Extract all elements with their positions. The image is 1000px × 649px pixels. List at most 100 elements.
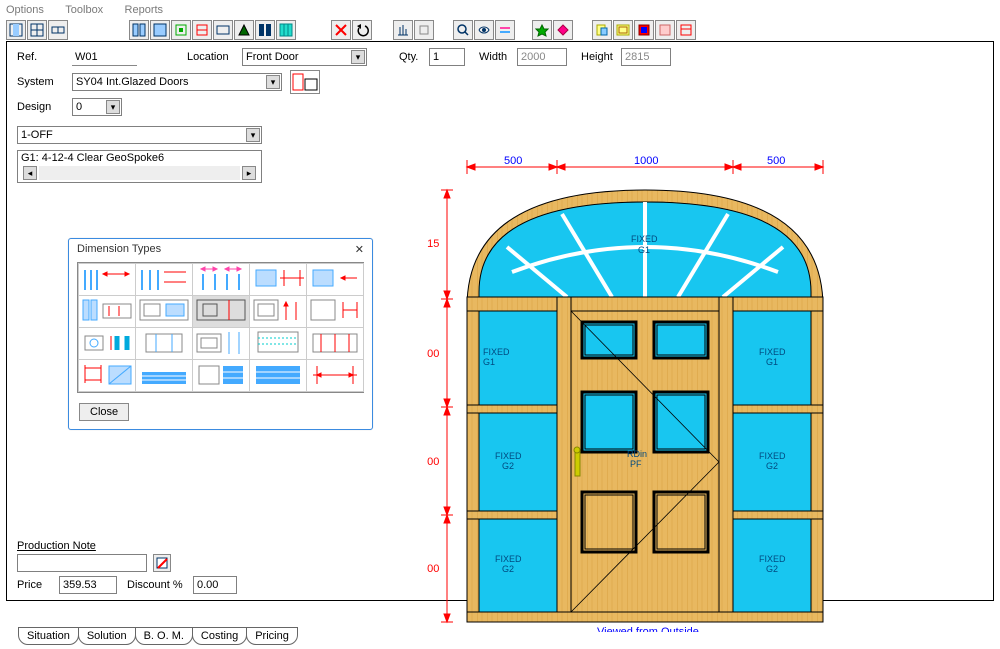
toolbar-btn-21[interactable] [655,20,675,40]
glass-value: G1: 4-12-4 Clear GeoSpoke6 [21,152,258,164]
toolbar-btn-2[interactable] [27,20,47,40]
tab-solution[interactable]: Solution [78,627,136,645]
dim-type-cell[interactable] [79,328,136,360]
toolbar-btn-12[interactable] [393,20,413,40]
svg-text:700: 700 [427,348,439,360]
edit-note-button[interactable] [153,554,171,572]
tab-costing[interactable]: Costing [192,627,247,645]
qty-input[interactable] [429,48,465,66]
dim-type-cell[interactable] [79,360,136,392]
svg-text:FIXED: FIXED [759,451,786,461]
toolbar-btn-5[interactable] [150,20,170,40]
dim-type-cell[interactable] [250,296,307,328]
toolbar-btn-19[interactable] [613,20,633,40]
toolbar-btn-6[interactable] [171,20,191,40]
toolbar-btn-22[interactable] [676,20,696,40]
location-label: Location [187,51,242,63]
dim-type-cell[interactable] [250,360,307,392]
toolbar-btn-zoom[interactable] [453,20,473,40]
toolbar-btn-1[interactable] [6,20,26,40]
svg-text:715: 715 [427,238,439,250]
chevron-down-icon: ▾ [266,75,280,89]
width-label: Width [479,51,517,63]
toolbar-btn-18[interactable] [592,20,612,40]
svg-text:FIXED: FIXED [631,234,658,244]
dim-type-cell[interactable] [79,296,136,328]
svg-text:FIXED: FIXED [495,451,522,461]
toolbar-btn-4[interactable] [129,20,149,40]
height-label: Height [581,51,621,63]
toolbar-btn-20[interactable] [634,20,654,40]
off-select[interactable]: 1-OFF ▾ [17,126,262,144]
ref-label: Ref. [17,51,72,63]
toolbar-btn-17[interactable] [553,20,573,40]
tab-pricing[interactable]: Pricing [246,627,298,645]
dim-type-cell[interactable] [307,328,364,360]
menu-options[interactable]: Options [6,4,44,16]
dialog-title: Dimension Types [77,243,161,256]
svg-text:G2: G2 [502,461,514,471]
tab-bar: Situation Solution B. O. M. Costing Pric… [18,627,297,645]
svg-text:G2: G2 [766,461,778,471]
svg-text:500: 500 [504,155,522,167]
dim-type-cell[interactable] [193,328,250,360]
toolbar-btn-9[interactable] [234,20,254,40]
dim-type-cell[interactable] [307,264,364,296]
scroll-left-icon[interactable]: ◂ [23,166,37,180]
dim-type-cell[interactable] [136,328,193,360]
dim-type-cell[interactable] [193,360,250,392]
toolbar-btn-10[interactable] [255,20,275,40]
layout-icon-button[interactable] [290,70,320,94]
dim-type-cell[interactable] [136,264,193,296]
svg-text:FIXED: FIXED [759,347,786,357]
dim-type-cell[interactable] [79,264,136,296]
location-value: Front Door [246,51,299,63]
dim-type-cell[interactable] [193,264,250,296]
dim-type-cell[interactable] [136,296,193,328]
width-input [517,48,567,66]
location-select[interactable]: Front Door ▾ [242,48,367,66]
menubar: Options Toolbox Reports [0,0,1000,18]
svg-text:PF: PF [630,459,642,469]
toolbar-btn-delete[interactable] [331,20,351,40]
dim-type-cell[interactable] [136,360,193,392]
ref-input[interactable] [72,48,137,66]
system-select[interactable]: SY04 Int.Glazed Doors ▾ [72,73,282,91]
tab-bom[interactable]: B. O. M. [135,627,193,645]
price-label: Price [17,579,53,591]
discount-label: Discount % [127,579,187,591]
bottom-area: Production Note Price Discount % [17,540,237,594]
design-value: 0 [76,101,82,113]
dialog-close-button[interactable]: Close [79,403,129,421]
toolbar-btn-3[interactable] [48,20,68,40]
dim-type-cell[interactable] [307,360,364,392]
price-input[interactable] [59,576,117,594]
discount-input[interactable] [193,576,237,594]
svg-text:G2: G2 [502,564,514,574]
close-icon[interactable]: ✕ [355,243,364,256]
toolbar-btn-11[interactable] [276,20,296,40]
toolbar-btn-8[interactable] [213,20,233,40]
dim-type-cell[interactable] [193,296,250,328]
toolbar-btn-16[interactable] [532,20,552,40]
svg-text:1000: 1000 [634,155,658,167]
toolbar-btn-15[interactable] [495,20,515,40]
off-value: 1-OFF [21,129,53,141]
toolbar-btn-7[interactable] [192,20,212,40]
toolbar-btn-undo[interactable] [352,20,372,40]
svg-text:Viewed from Outside: Viewed from Outside [597,626,699,632]
toolbar-btn-13[interactable] [414,20,434,40]
prodnote-input[interactable] [17,554,147,572]
dim-type-cell[interactable] [250,264,307,296]
tab-situation[interactable]: Situation [18,627,79,645]
scroll-right-icon[interactable]: ▸ [242,166,256,180]
menu-reports[interactable]: Reports [125,4,164,16]
svg-text:FIXED: FIXED [759,554,786,564]
svg-text:G1: G1 [766,357,778,367]
dim-type-cell[interactable] [250,328,307,360]
menu-toolbox[interactable]: Toolbox [65,4,103,16]
scroll-track[interactable] [39,166,240,180]
design-select[interactable]: 0 ▾ [72,98,122,116]
toolbar-btn-14[interactable] [474,20,494,40]
dim-type-cell[interactable] [307,296,364,328]
